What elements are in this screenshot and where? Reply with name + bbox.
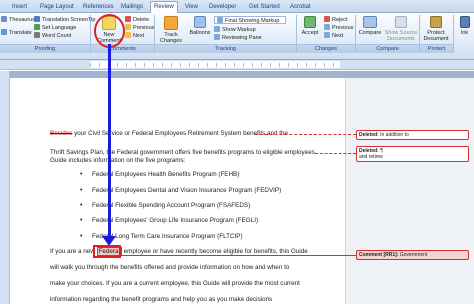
compare-icon [363,16,377,28]
new-comment-highlight-circle [94,14,125,48]
show-markup-icon [214,26,220,32]
selected-word-highlight-box [93,245,121,258]
tracking-group-label: Tracking [155,44,296,53]
annotation-arrow [108,44,111,239]
next-comment-button[interactable]: Next [125,32,144,40]
deletion-connector [315,153,356,154]
horizontal-ruler[interactable] [0,60,474,70]
screentip-icon [34,16,40,22]
compare-button[interactable]: Compare [357,16,383,36]
show-source-documents-button[interactable]: Show Source Documents [384,16,418,42]
tab-mailings[interactable]: Mailings [118,2,146,13]
accept-button[interactable]: Accept [298,16,322,36]
paragraph-2-line-4[interactable]: information regarding the benefit progra… [50,296,272,304]
tab-page-layout[interactable]: Page Layout [37,2,77,13]
ribbon-tab-bar: Insert Page Layout References Mailings R… [0,0,474,14]
display-for-review-dropdown[interactable]: Final Showing Markup [214,16,286,24]
show-source-icon [395,16,407,28]
tab-get-started[interactable]: Get Started [246,2,283,13]
comment-connector [120,255,356,256]
bullet-marker: • [80,202,83,209]
word-count-icon [34,32,40,38]
tab-references[interactable]: References [80,2,117,13]
previous-change-icon [324,24,330,30]
show-markup-button[interactable]: Show Markup [214,26,256,34]
thesaurus-button[interactable]: Thesaurus [1,16,35,24]
list-item[interactable]: Federal Employees Health Benefits Progra… [92,171,239,179]
ribbon-separator [453,15,454,53]
paragraph-2-line-2[interactable]: will walk you through the benefits offer… [50,264,289,272]
set-language-button[interactable]: Set Language [34,24,76,32]
previous-change-button[interactable]: Previous [324,24,353,32]
reviewing-pane-icon [214,34,220,40]
reject-icon [324,16,330,22]
balloons-icon [194,16,206,28]
proofing-group-label: Proofing [0,44,90,53]
paragraph-1-line-2[interactable]: Thrift Savings Plan, the Federal governm… [50,149,317,157]
tab-insert[interactable]: Insert [9,2,30,13]
tab-acrobat[interactable]: Acrobat [287,2,314,13]
bullet-marker: • [80,217,83,224]
tab-developer[interactable]: Developer [206,2,239,13]
bullet-marker: • [80,171,83,178]
paragraph-1-line-3[interactable]: Guide includes information on the five p… [50,157,185,165]
ink-icon [459,16,470,28]
track-changes-button[interactable]: Track Changes [156,16,186,44]
deleted-text[interactable]: Besides [50,130,72,137]
paragraph-1-line-1[interactable]: Besides your Civil Service or Federal Em… [50,130,288,138]
ruler-ticks [90,63,340,67]
markup-area [345,78,474,304]
deleted-balloon[interactable]: Deleted: In addition to [356,130,469,140]
next-change-icon [324,32,330,38]
vertical-ruler[interactable] [0,71,10,304]
next-icon [125,32,131,38]
ink-button[interactable]: Ink [455,16,474,36]
paragraph-2-line-3[interactable]: make your choices. If you are a current … [50,280,300,288]
language-icon [34,24,40,30]
track-changes-icon [164,16,178,30]
translate-button[interactable]: Translate [1,29,32,37]
bullet-marker: • [80,233,83,240]
list-item[interactable]: Federal Flexible Spending Account Progra… [92,202,250,210]
translation-screentip-button[interactable]: Translation ScreenTip [34,16,95,24]
deletion-connector [255,134,356,135]
tab-view[interactable]: View [182,2,201,13]
comment-balloon[interactable]: Comment [RR1]: Government [356,250,469,260]
compare-group-label: Compare [356,44,419,53]
next-change-button[interactable]: Next [324,32,343,40]
reviewing-pane-button[interactable]: Reviewing Pane [214,34,262,42]
word-count-button[interactable]: Word Count [34,32,71,40]
markup-icon [217,17,223,23]
delete-icon [125,16,131,22]
protect-document-button[interactable]: Protect Document [420,16,452,42]
changes-group-label: Changes [297,44,355,53]
translate-icon [1,29,7,35]
reject-button[interactable]: Reject [324,16,348,24]
list-item[interactable]: Federal Employees' Group Life Insurance … [92,217,258,225]
bullet-marker: • [80,187,83,194]
accept-icon [304,16,316,28]
deleted-balloon[interactable]: Deleted: ¶ and retiree [356,146,469,162]
delete-comment-button[interactable]: Delete [125,16,149,24]
lock-icon [430,16,442,28]
protect-group-label: Protect [420,44,453,53]
previous-icon [125,24,131,30]
balloons-button[interactable]: Balloons [187,16,213,36]
thesaurus-icon [1,16,7,22]
list-item[interactable]: Federal Employees Dental and Vision Insu… [92,187,281,195]
previous-comment-button[interactable]: Previous [125,24,154,32]
